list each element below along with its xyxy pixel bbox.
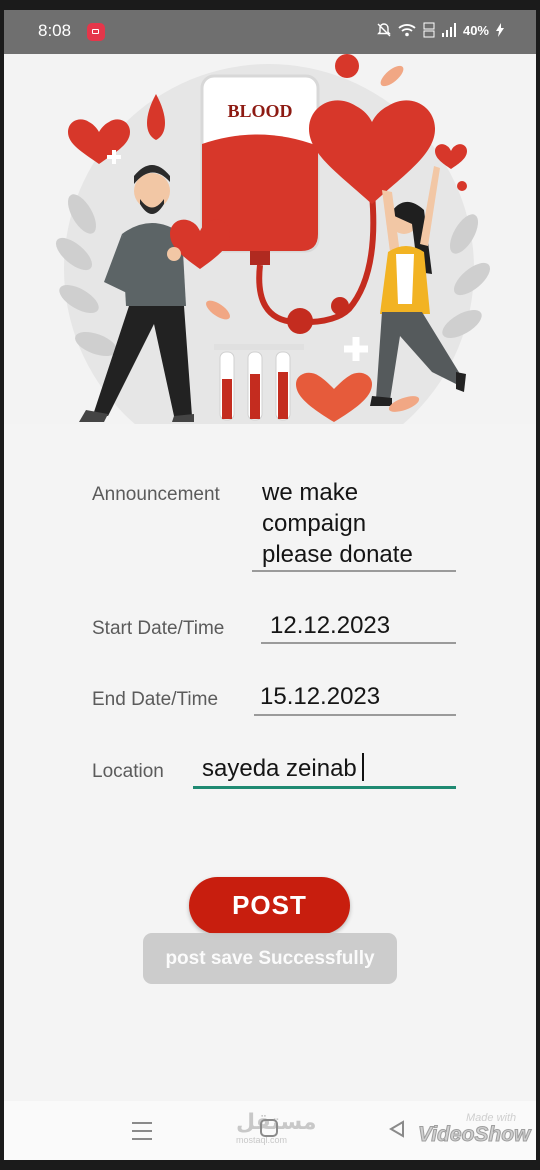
wifi-icon xyxy=(398,24,416,37)
charging-icon xyxy=(496,23,504,37)
end-date-field[interactable]: 15.12.2023 xyxy=(254,681,456,716)
battery-level: 40% xyxy=(462,22,489,38)
announcement-label: Announcement xyxy=(92,484,220,505)
announcement-line: please donate xyxy=(262,541,413,568)
start-date-field[interactable]: 12.12.2023 xyxy=(261,610,456,644)
start-date-label: Start Date/Time xyxy=(92,618,225,639)
text-cursor xyxy=(361,753,364,781)
screen-record-icon xyxy=(87,23,105,41)
signal-icon xyxy=(441,23,456,37)
mostaql-watermark-url: mostaql.com xyxy=(236,1135,288,1145)
end-date-label: End Date/Time xyxy=(92,689,219,710)
back-icon[interactable] xyxy=(388,1120,406,1138)
status-time: 8:08 xyxy=(38,21,72,40)
announcement-line: we make xyxy=(262,479,359,506)
post-button[interactable]: POST xyxy=(189,877,350,934)
volte-icon xyxy=(423,22,435,38)
status-icons: 40% xyxy=(377,22,504,38)
location-label: Location xyxy=(92,761,164,782)
mute-icon xyxy=(377,23,391,37)
end-date-value: 15.12.2023 xyxy=(260,683,381,710)
announcement-line: compaign xyxy=(262,510,367,537)
videoshow-logo: VideoShow xyxy=(417,1123,531,1147)
status-bar: 8:08 40% xyxy=(4,10,536,54)
toast-message: post save Successfully xyxy=(143,933,397,984)
location-input[interactable]: sayeda zeinab xyxy=(193,753,456,789)
home-icon[interactable] xyxy=(260,1119,278,1137)
start-date-value: 12.12.2023 xyxy=(270,612,391,639)
location-value: sayeda zeinab xyxy=(202,755,357,782)
navigation-bar: مستقل mostaql.com Made with VideoShow xyxy=(4,1101,536,1160)
announcement-field[interactable]: we make compaign please donate xyxy=(252,477,456,572)
blood-bag-label: BLOOD xyxy=(227,101,292,121)
blood-donation-illustration: BLOOD xyxy=(4,54,536,474)
recent-apps-icon[interactable] xyxy=(132,1122,152,1146)
app-screen: 8:08 40% BLOOD Announcement we make comp… xyxy=(4,10,536,1160)
